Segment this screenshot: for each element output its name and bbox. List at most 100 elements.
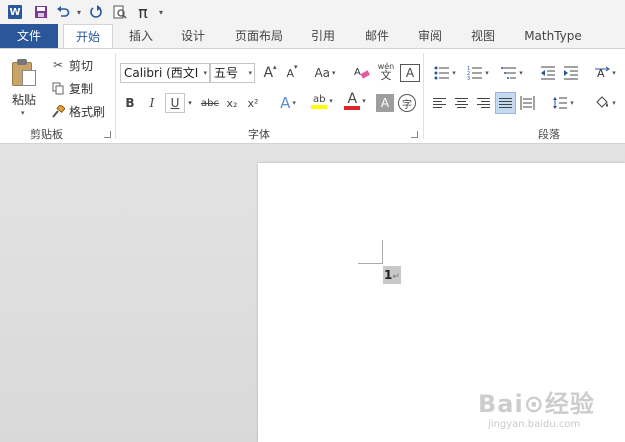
- change-case-icon: Aa: [314, 66, 331, 80]
- tab-file[interactable]: 文件: [0, 24, 58, 48]
- copy-label: 复制: [69, 81, 94, 96]
- undo-icon[interactable]: [52, 0, 74, 24]
- line-spacing-icon: [553, 97, 568, 109]
- paste-button[interactable]: 粘贴: [12, 91, 36, 108]
- underline-chevron-icon[interactable]: ▾: [185, 93, 195, 113]
- document-text-selection[interactable]: 1↵: [383, 266, 401, 284]
- font-name-combo[interactable]: Calibri (西文I ▾: [120, 63, 210, 83]
- grow-font-button[interactable]: A ▴: [260, 63, 280, 83]
- tab-mailings[interactable]: 邮件: [354, 24, 400, 48]
- paste-dropdown-chevron-icon[interactable]: ▾: [21, 109, 25, 117]
- font-group-label: 字体: [248, 128, 270, 141]
- text-effects-button[interactable]: A ▾: [276, 93, 300, 113]
- undo-dropdown-chevron-icon[interactable]: ▾: [74, 0, 84, 24]
- paragraph-mark: ↵: [392, 272, 400, 282]
- align-right-icon: [476, 96, 490, 110]
- tab-insert[interactable]: 插入: [118, 24, 164, 48]
- text-direction-button[interactable]: A ▾: [590, 63, 620, 83]
- watermark-url: jingyan.baidu.com: [488, 419, 581, 430]
- tab-page-layout[interactable]: 页面布局: [226, 24, 292, 48]
- font-name-value: Calibri (西文I: [124, 66, 199, 80]
- font-name-chevron-icon: ▾: [203, 69, 207, 77]
- decrease-indent-icon: [541, 66, 555, 80]
- multilevel-list-icon: [501, 67, 517, 79]
- scissors-icon: ✂: [52, 58, 64, 72]
- italic-button[interactable]: I: [143, 93, 161, 113]
- justify-button[interactable]: [495, 92, 516, 114]
- subscript-button[interactable]: x₂: [223, 93, 241, 113]
- align-center-icon: [454, 96, 468, 110]
- shading-button[interactable]: ▾: [590, 93, 620, 113]
- tab-home[interactable]: 开始: [63, 24, 113, 49]
- bullets-button[interactable]: ▾: [430, 63, 460, 83]
- distributed-icon: [520, 96, 534, 110]
- increase-indent-button[interactable]: [561, 63, 581, 83]
- superscript-button[interactable]: x²: [244, 93, 262, 113]
- phonetic-guide-button[interactable]: wén 文: [375, 61, 397, 81]
- justify-icon: [499, 96, 512, 110]
- customize-toolbar-chevron-icon[interactable]: ▾: [154, 0, 168, 24]
- paragraph-group-label: 段落: [538, 128, 560, 141]
- character-shading-button[interactable]: A: [376, 94, 394, 112]
- font-color-button[interactable]: A ▾: [340, 91, 370, 111]
- cut-button[interactable]: ✂ 剪切: [50, 56, 93, 74]
- format-painter-button[interactable]: 格式刷: [50, 102, 105, 120]
- change-case-button[interactable]: Aa ▾: [310, 63, 340, 83]
- paste-icon[interactable]: [12, 59, 38, 87]
- enclose-characters-button[interactable]: 字: [398, 94, 416, 112]
- cut-label: 剪切: [69, 58, 94, 73]
- decrease-indent-button[interactable]: [538, 63, 558, 83]
- bold-button[interactable]: B: [121, 93, 139, 113]
- watermark: Bai⊙经验 jingyan.baidu.com: [478, 384, 595, 430]
- print-preview-icon[interactable]: [108, 0, 132, 24]
- tab-view[interactable]: 视图: [460, 24, 506, 48]
- margin-crop-mark-horizontal: [358, 263, 382, 264]
- shrink-font-icon: A: [286, 66, 294, 80]
- font-size-value: 五号: [214, 66, 239, 80]
- distributed-button[interactable]: [518, 93, 536, 113]
- format-painter-label: 格式刷: [69, 104, 106, 119]
- text-effects-icon: A: [280, 94, 291, 112]
- tab-references[interactable]: 引用: [300, 24, 346, 48]
- highlighter-icon: ab: [311, 94, 328, 109]
- eraser-icon: A: [354, 67, 370, 79]
- clear-formatting-button[interactable]: A: [352, 63, 372, 83]
- svg-text:3: 3: [467, 76, 470, 80]
- text-direction-icon: A: [595, 66, 611, 80]
- align-right-button[interactable]: [474, 93, 492, 113]
- clipboard-launcher-icon[interactable]: [104, 131, 111, 138]
- tab-review[interactable]: 审阅: [407, 24, 453, 48]
- font-size-chevron-icon: ▾: [248, 69, 252, 77]
- character-border-button[interactable]: A: [400, 64, 420, 82]
- strikethrough-button[interactable]: abc: [199, 93, 221, 113]
- align-center-button[interactable]: [452, 93, 470, 113]
- line-spacing-button[interactable]: ▾: [548, 93, 578, 113]
- quick-access-toolbar: W ▾ π ▾: [0, 0, 625, 24]
- watermark-brand: Bai⊙经验: [478, 390, 595, 418]
- tab-design[interactable]: 设计: [170, 24, 216, 48]
- underline-button[interactable]: U: [165, 93, 185, 113]
- grow-font-icon: A: [263, 65, 274, 81]
- word-logo-icon[interactable]: W: [0, 0, 30, 24]
- pi-icon[interactable]: π: [132, 0, 154, 24]
- copy-button[interactable]: 复制: [50, 79, 93, 97]
- multilevel-list-button[interactable]: ▾: [497, 63, 527, 83]
- paintbrush-icon: [50, 103, 66, 119]
- align-left-button[interactable]: [430, 93, 448, 113]
- group-divider: [115, 53, 116, 139]
- shrink-font-button[interactable]: A ▾: [282, 63, 302, 83]
- font-launcher-icon[interactable]: [411, 131, 418, 138]
- font-size-combo[interactable]: 五号 ▾: [210, 63, 255, 83]
- save-icon[interactable]: [30, 0, 52, 24]
- character-border-icon: A: [405, 66, 415, 80]
- highlight-button[interactable]: ab ▾: [307, 91, 337, 111]
- clipboard-group-label: 剪贴板: [30, 128, 63, 141]
- svg-text:A: A: [354, 67, 361, 78]
- tab-mathtype[interactable]: MathType: [516, 24, 590, 48]
- bullets-icon: [434, 66, 450, 80]
- font-color-icon: A: [344, 92, 361, 110]
- numbering-button[interactable]: 1 2 3 ▾: [463, 63, 493, 83]
- redo-icon[interactable]: [84, 0, 108, 24]
- margin-crop-mark-vertical: [382, 240, 383, 264]
- numbering-icon: 123: [467, 66, 483, 80]
